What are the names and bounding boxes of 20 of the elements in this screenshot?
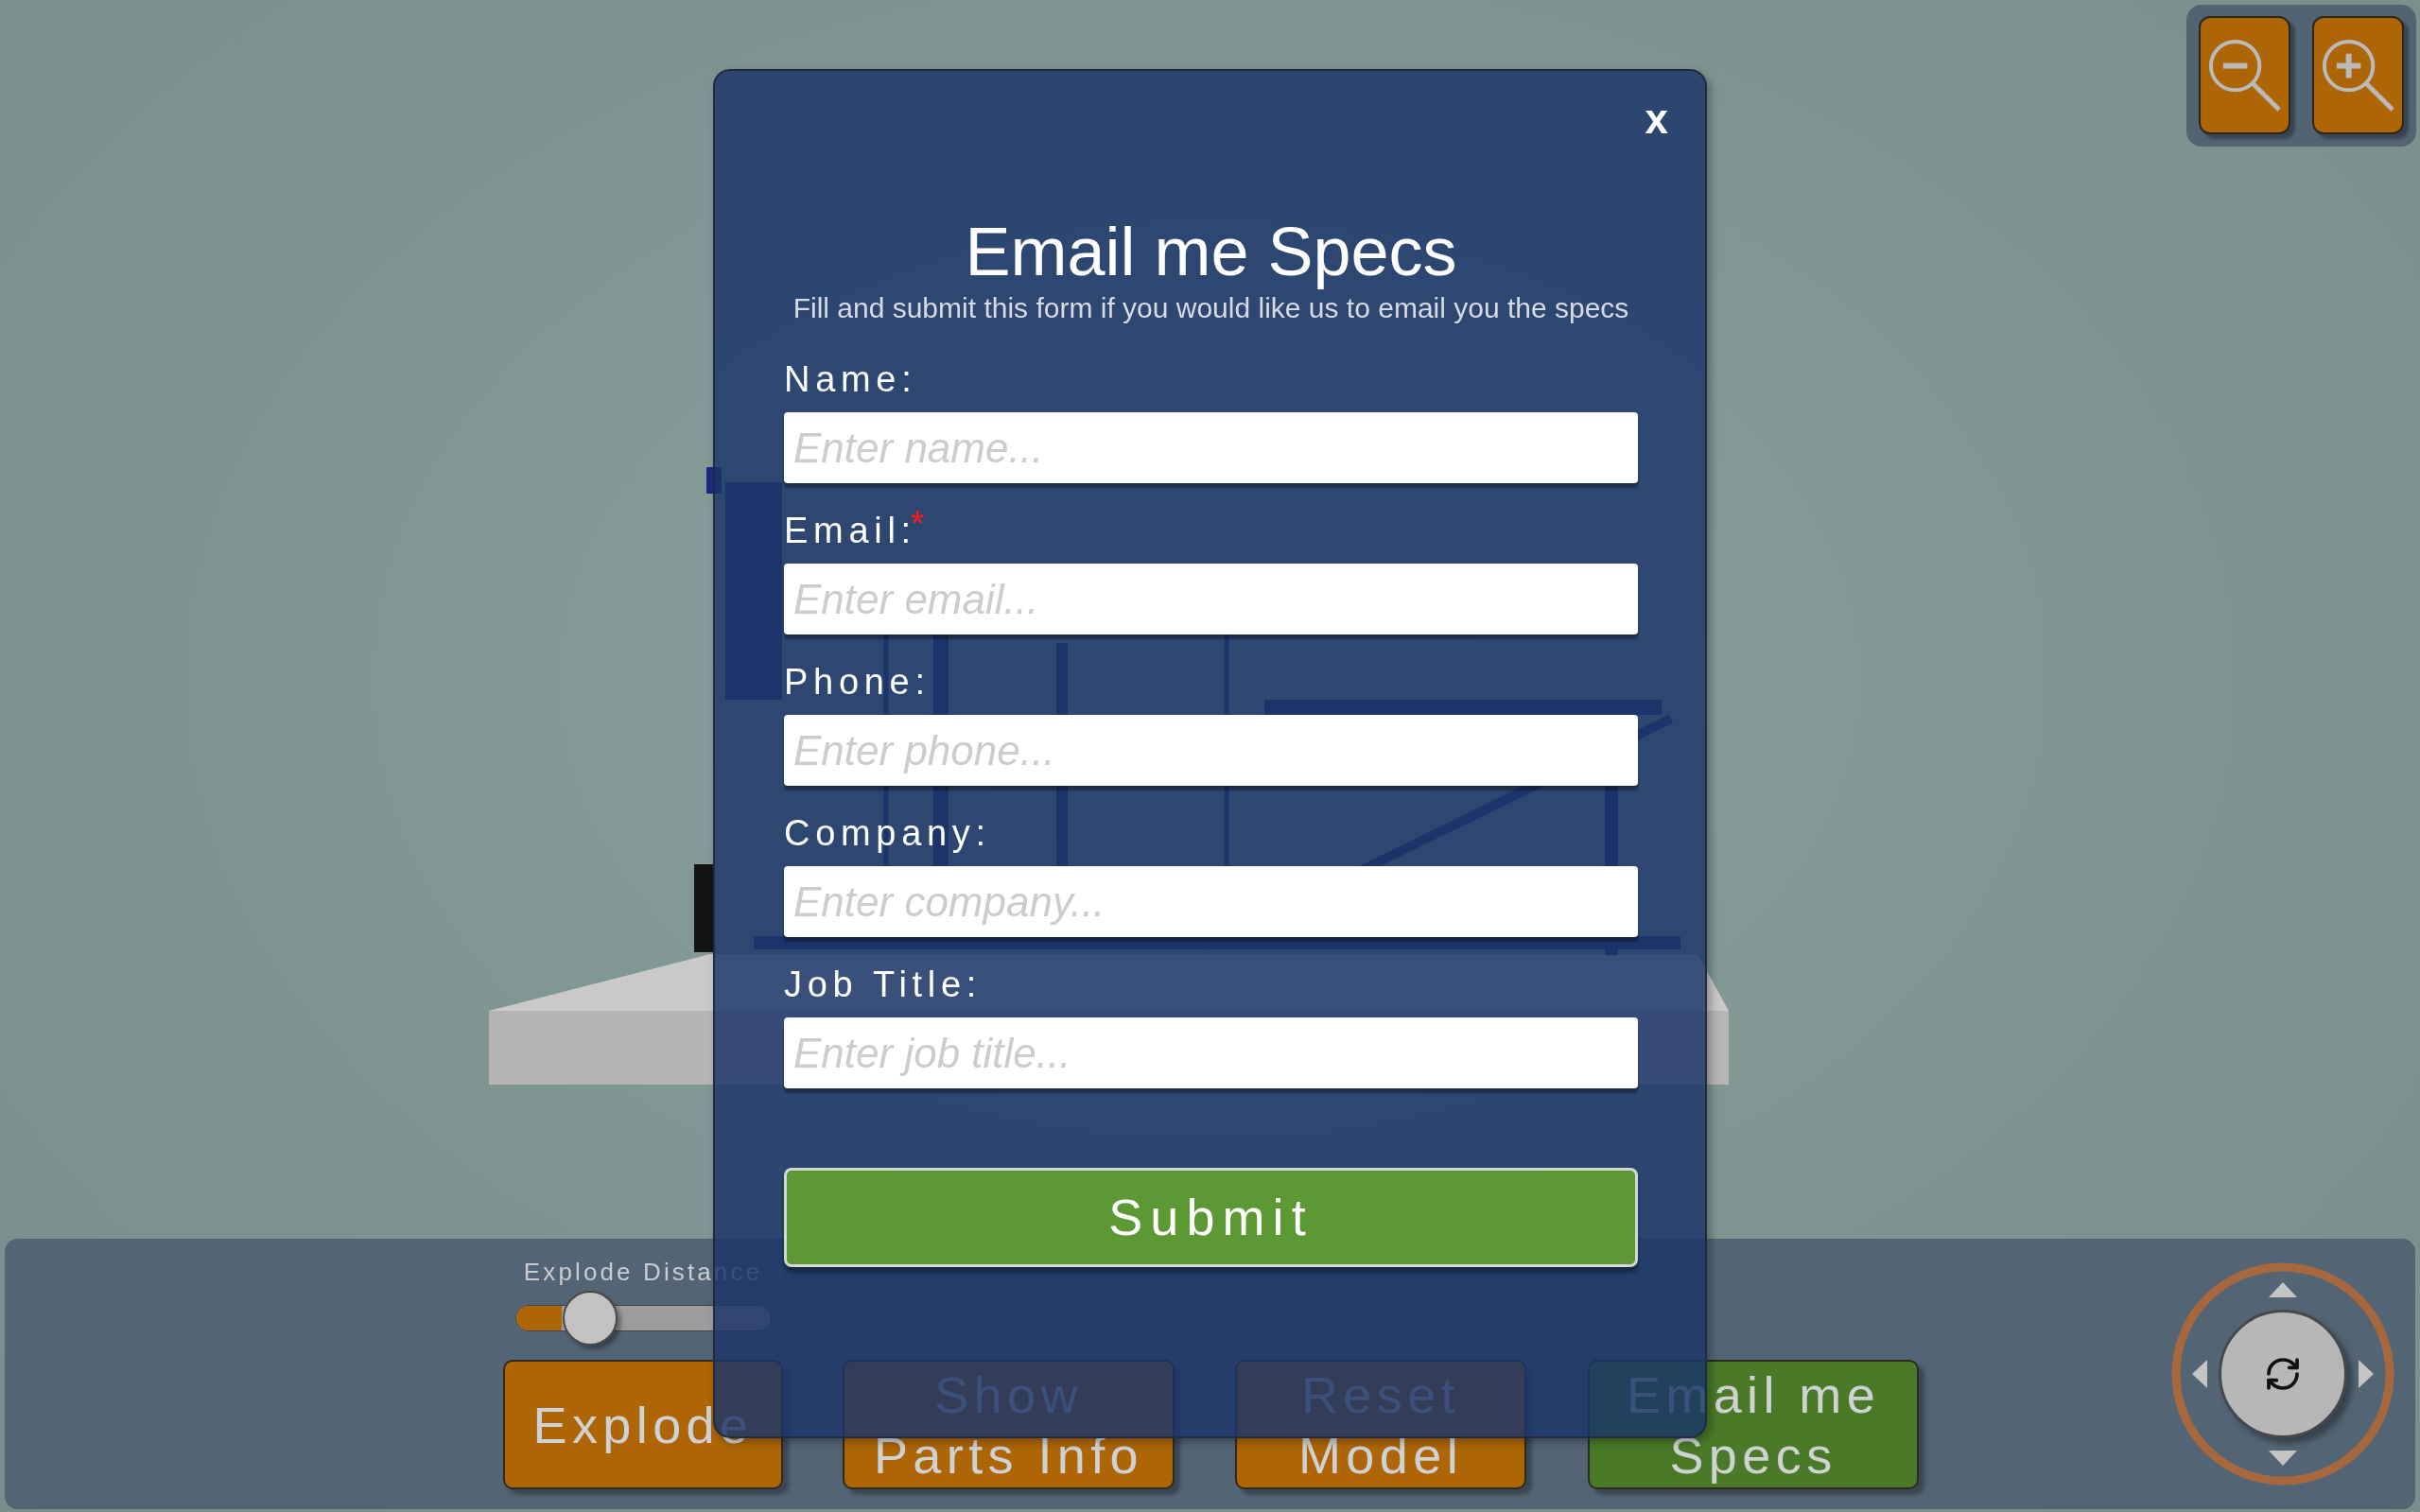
field-label: Phone: xyxy=(784,661,931,704)
dialog-subtitle: Fill and submit this form if you would like us to email you the specs xyxy=(792,291,1630,325)
slider-thumb[interactable] xyxy=(562,1291,618,1346)
close-button[interactable]: x xyxy=(1639,96,1674,143)
down-triangle-icon[interactable] xyxy=(2269,1451,2297,1466)
zoom-in-icon xyxy=(2321,38,2395,113)
field-label: Job Title: xyxy=(784,964,983,1006)
field-label: Name: xyxy=(784,358,917,401)
zoom-in-button[interactable] xyxy=(2312,16,2404,134)
zoom-out-icon xyxy=(2207,38,2282,113)
zoom-out-button[interactable] xyxy=(2199,16,2290,134)
left-triangle-icon[interactable] xyxy=(2192,1360,2207,1388)
refresh-icon xyxy=(2264,1355,2302,1393)
right-triangle-icon[interactable] xyxy=(2359,1360,2374,1388)
slider-fill xyxy=(515,1306,562,1330)
submit-button[interactable]: Submit xyxy=(784,1168,1638,1267)
up-triangle-icon[interactable] xyxy=(2269,1282,2297,1297)
navigation-ring[interactable] xyxy=(2171,1262,2394,1486)
dialog-title: Email me Specs xyxy=(964,214,1458,289)
field-label: Company: xyxy=(784,812,991,855)
